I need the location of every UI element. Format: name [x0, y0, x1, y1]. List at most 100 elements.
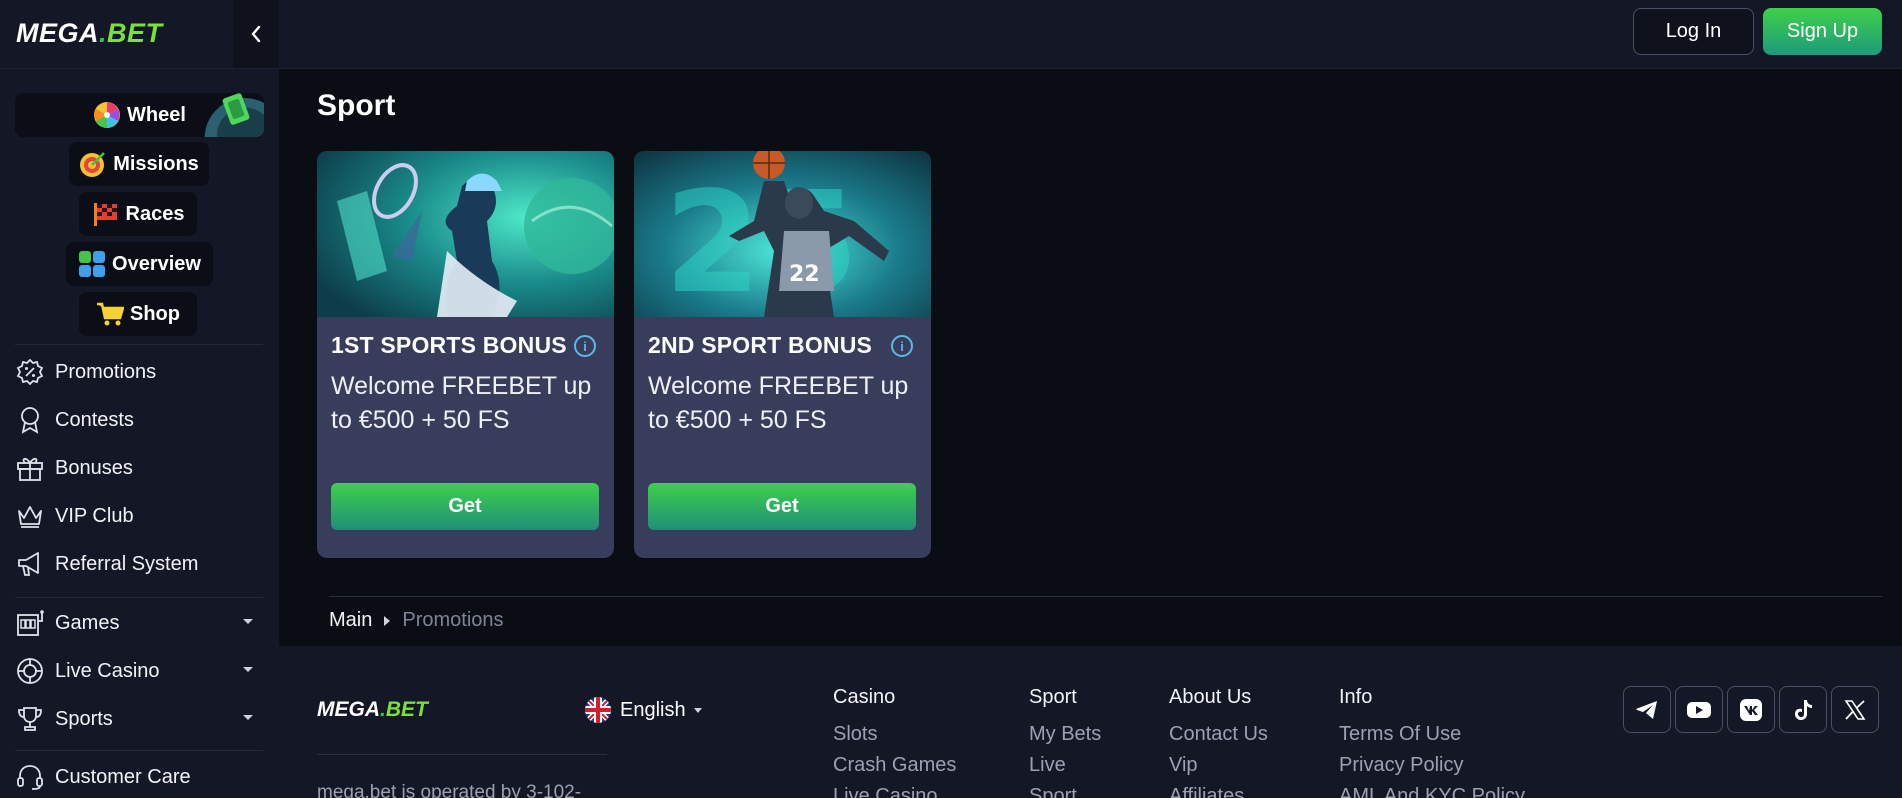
- footer-link[interactable]: Vip: [1169, 750, 1268, 781]
- cart-icon: [97, 302, 124, 326]
- card-description: Welcome FREEBET up to €500 + 50 FS: [648, 372, 909, 434]
- footer-link[interactable]: My Bets: [1029, 719, 1101, 750]
- sidebar-item-label: Bonuses: [55, 456, 133, 479]
- vk-icon: [1740, 698, 1762, 721]
- sidebar-item-label: Games: [55, 611, 120, 634]
- trophy-icon: [18, 707, 42, 731]
- megaphone-icon: [18, 552, 39, 576]
- footer-link[interactable]: Sport: [1029, 781, 1101, 798]
- login-button[interactable]: Log In: [1633, 8, 1754, 55]
- tiktok-button[interactable]: [1779, 686, 1827, 733]
- svg-text:22: 22: [789, 262, 820, 287]
- footer-column-info: Info Terms Of Use Privacy Policy AML And…: [1339, 686, 1525, 798]
- sidebar-item-vip-club[interactable]: VIP Club: [15, 499, 265, 533]
- info-icon[interactable]: i: [574, 335, 596, 357]
- get-bonus-button[interactable]: Get: [331, 483, 599, 530]
- main-content: Sport 1ST SPORTS BONUS i Welcome FREEBET…: [279, 69, 1902, 646]
- sidebar-item-label: Sports: [55, 707, 113, 730]
- sidebar-item-label: Live Casino: [55, 659, 160, 682]
- divider: [329, 596, 1882, 597]
- bonus-card: 1ST SPORTS BONUS i Welcome FREEBET up to…: [317, 151, 614, 558]
- language-selector[interactable]: English: [584, 696, 702, 724]
- sidebar-item-label: Customer Care: [55, 765, 191, 788]
- breadcrumb-main-link[interactable]: Main: [329, 609, 372, 632]
- footer: MEGA.BET English mega.bet is operated by…: [279, 646, 1902, 798]
- footer-link[interactable]: Live Casino: [833, 781, 956, 798]
- footer-column-about-us: About Us Contact Us Vip Affiliates: [1169, 686, 1268, 798]
- footer-link[interactable]: Contact Us: [1169, 719, 1268, 750]
- badge-percent-icon: [17, 359, 43, 385]
- chevron-down-icon: [243, 667, 253, 672]
- x-twitter-button[interactable]: [1831, 686, 1879, 733]
- gift-icon: [17, 457, 43, 481]
- youtube-icon: [1687, 701, 1711, 718]
- sidebar-divider: [15, 750, 263, 751]
- footer-link[interactable]: AML And KYC Policy: [1339, 781, 1525, 798]
- sidebar-feature-shop[interactable]: Shop: [79, 292, 197, 336]
- sidebar-item-contests[interactable]: Contests: [15, 403, 265, 437]
- collapse-sidebar-button[interactable]: [233, 0, 279, 68]
- wheel-icon: [94, 102, 121, 128]
- sidebar-item-promotions[interactable]: Promotions: [15, 355, 265, 389]
- footer-link[interactable]: Terms Of Use: [1339, 719, 1525, 750]
- operator-text: mega.bet is operated by 3-102-: [317, 782, 582, 798]
- target-icon: [80, 152, 106, 177]
- sidebar-feature-missions[interactable]: Missions: [69, 142, 209, 186]
- telegram-button[interactable]: [1623, 686, 1671, 733]
- sidebar-feature-label: Races: [125, 202, 185, 225]
- sidebar-feature-label: Missions: [113, 152, 199, 175]
- chevron-down-icon: [243, 715, 253, 720]
- footer-column-heading: About Us: [1169, 686, 1252, 708]
- chevron-down-icon: [693, 707, 702, 713]
- sidebar: Wheel Missions Races Overview Shop Promo…: [0, 69, 279, 798]
- uk-flag-icon: [585, 697, 611, 723]
- chip-icon: [17, 658, 43, 684]
- footer-divider: [317, 754, 607, 755]
- sidebar-item-label: Contests: [55, 408, 134, 431]
- top-bar: MEGA.BET Log In Sign Up: [0, 0, 1902, 69]
- page-title: Sport: [317, 89, 396, 122]
- sidebar-item-games[interactable]: Games: [15, 606, 265, 640]
- signup-button[interactable]: Sign Up: [1763, 8, 1882, 55]
- get-bonus-button[interactable]: Get: [648, 483, 916, 530]
- youtube-button[interactable]: [1675, 686, 1723, 733]
- sidebar-item-live-casino[interactable]: Live Casino: [15, 654, 265, 688]
- sidebar-feature-wheel[interactable]: Wheel: [15, 93, 264, 137]
- sidebar-item-label: VIP Club: [55, 504, 134, 527]
- footer-link[interactable]: Affiliates: [1169, 781, 1268, 798]
- sidebar-item-customer-care[interactable]: Customer Care: [15, 760, 265, 794]
- footer-link[interactable]: Live: [1029, 750, 1101, 781]
- footer-link[interactable]: Slots: [833, 719, 956, 750]
- chevron-left-icon: [251, 25, 261, 43]
- card-description: Welcome FREEBET up to €500 + 50 FS: [331, 372, 592, 434]
- card-title: 2ND SPORT BONUS: [648, 332, 873, 358]
- x-icon: [1844, 699, 1866, 720]
- footer-logo[interactable]: MEGA.BET: [317, 698, 428, 722]
- caret-right-icon: [384, 615, 391, 626]
- crown-icon: [18, 506, 42, 528]
- sidebar-feature-label: Shop: [130, 302, 180, 325]
- footer-link[interactable]: Crash Games: [833, 750, 956, 781]
- sidebar-feature-label: Overview: [112, 252, 201, 275]
- telegram-icon: [1636, 700, 1657, 719]
- footer-column-heading: Info: [1339, 686, 1373, 708]
- info-icon[interactable]: i: [891, 335, 913, 357]
- chevron-down-icon: [243, 619, 253, 624]
- vk-button[interactable]: [1727, 686, 1775, 733]
- footer-link[interactable]: Privacy Policy: [1339, 750, 1525, 781]
- sidebar-divider: [15, 597, 263, 598]
- sidebar-item-referral-system[interactable]: Referral System: [15, 547, 265, 581]
- sidebar-item-sports[interactable]: Sports: [15, 702, 265, 736]
- sidebar-feature-overview[interactable]: Overview: [66, 242, 213, 286]
- card-title: 1ST SPORTS BONUS: [331, 332, 567, 358]
- language-label: English: [620, 698, 686, 721]
- wheel-decoration-icon: [204, 93, 264, 137]
- slot-machine-icon: [17, 610, 44, 636]
- grid-icon: [79, 251, 106, 277]
- award-icon: [21, 407, 39, 434]
- logo[interactable]: MEGA.BET: [16, 18, 163, 49]
- sidebar-feature-label: Wheel: [127, 103, 186, 126]
- sidebar-feature-races[interactable]: Races: [79, 192, 197, 236]
- basketball-player-image: 25 22: [634, 151, 931, 317]
- sidebar-item-bonuses[interactable]: Bonuses: [15, 451, 265, 485]
